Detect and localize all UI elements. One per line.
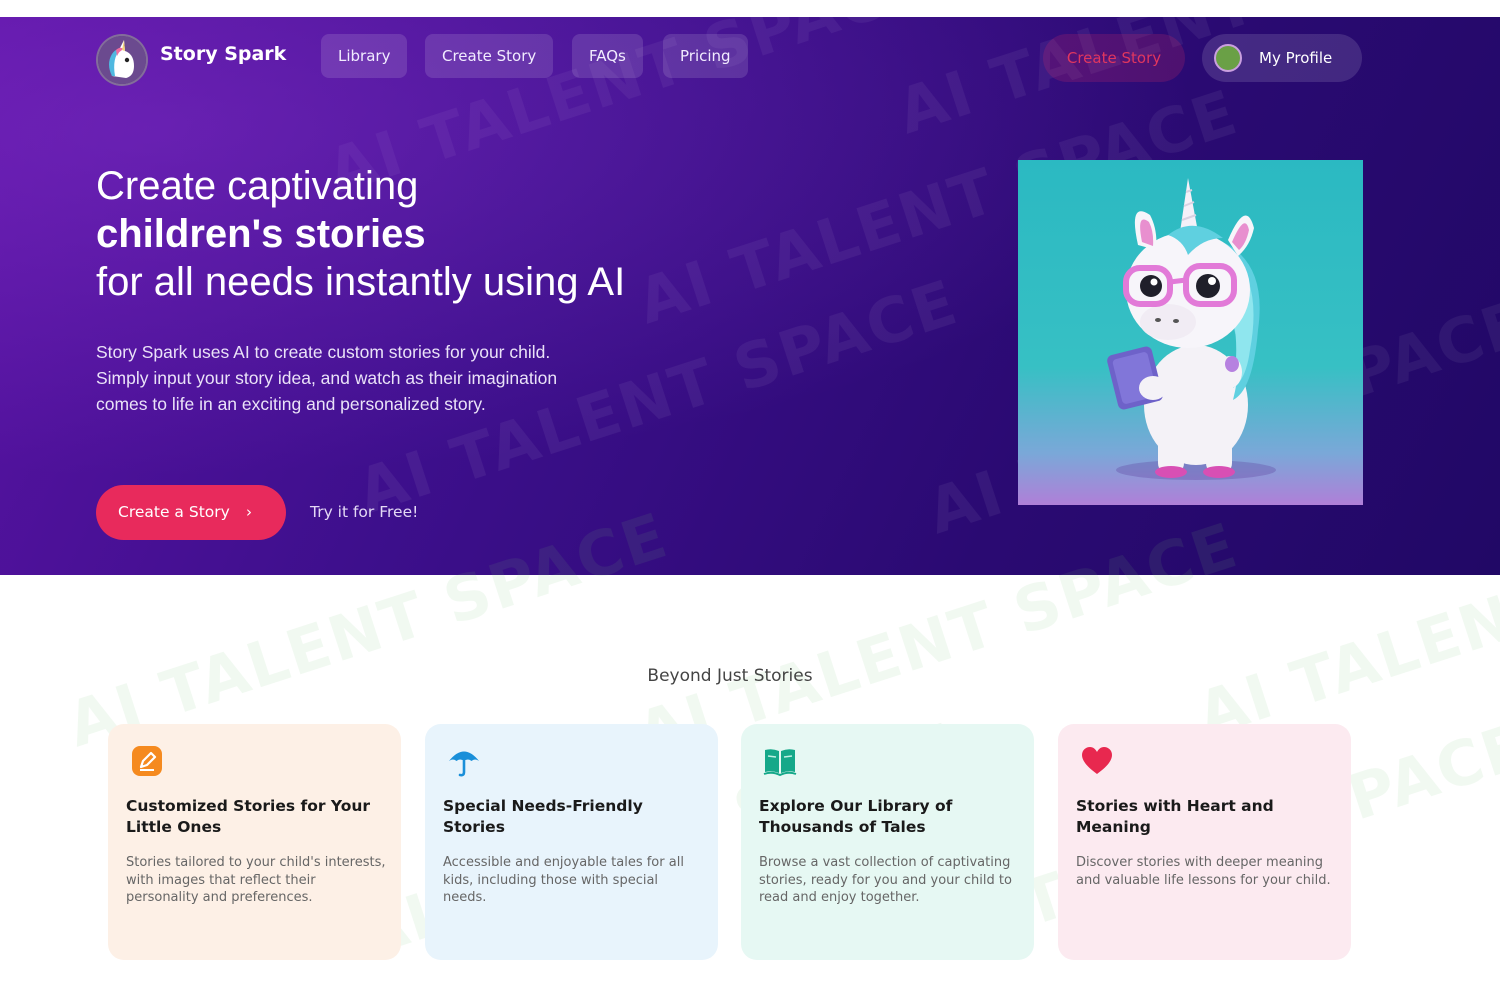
- hero-section: AI TALENT SPACE AI TALENT SPACE AI TALEN…: [0, 17, 1500, 575]
- card-body: Accessible and enjoyable tales for all k…: [443, 855, 684, 905]
- edit-icon: [130, 744, 164, 778]
- nav-item-library[interactable]: Library: [321, 34, 408, 78]
- feature-card-library: Explore Our Library of Thousands of Tale…: [741, 724, 1034, 960]
- card-body: Browse a vast collection of captivating …: [759, 855, 1012, 905]
- page: AI TALENT SPACE AI TALENT SPACE AI TALEN…: [0, 0, 1500, 1000]
- cta-label: Create a Story: [118, 503, 230, 521]
- profile-label: My Profile: [1259, 49, 1333, 67]
- hero-description-line: Simply input your story idea, and watch …: [96, 368, 558, 388]
- card-title: Explore Our Library of Thousands of Tale…: [759, 797, 953, 836]
- create-story-button[interactable]: Create Story: [1043, 34, 1185, 82]
- create-a-story-button[interactable]: Create a Story ›: [96, 485, 286, 540]
- umbrella-icon: [447, 744, 481, 778]
- card-title: Customized Stories for Your Little Ones: [126, 797, 371, 836]
- card-body: Discover stories with deeper meaning and…: [1076, 855, 1331, 888]
- brand-name[interactable]: Story Spark: [160, 43, 286, 65]
- nav-item-pricing[interactable]: Pricing: [663, 34, 748, 78]
- top-nav: Story Spark Library Create Story FAQs Pr…: [0, 17, 1500, 97]
- try-free-text: Try it for Free!: [310, 503, 419, 521]
- hero-description: Story Spark uses AI to create custom sto…: [96, 339, 696, 417]
- section-title: Beyond Just Stories: [647, 666, 813, 686]
- card-title: Special Needs-Friendly Stories: [443, 797, 643, 836]
- card-title: Stories with Heart and Meaning: [1076, 797, 1274, 836]
- hero-description-line: comes to life in an exciting and persona…: [96, 394, 486, 414]
- hero-headline-line1: Create captivating: [96, 164, 419, 208]
- unicorn-hero-image: [1018, 160, 1363, 505]
- nav-item-faqs[interactable]: FAQs: [572, 34, 643, 78]
- feature-card-customized: Customized Stories for Your Little Ones …: [108, 724, 401, 960]
- hero-headline-line3: for all needs instantly using AI: [96, 260, 626, 304]
- card-body: Stories tailored to your child's interes…: [126, 855, 386, 905]
- nav-item-create-story[interactable]: Create Story: [425, 34, 554, 78]
- feature-card-heart: Stories with Heart and Meaning Discover …: [1058, 724, 1351, 960]
- hero-headline-line2: children's stories: [96, 212, 426, 256]
- chevron-right-icon: ›: [246, 503, 252, 521]
- open-book-icon: [763, 744, 797, 778]
- feature-card-special-needs: Special Needs-Friendly Stories Accessibl…: [425, 724, 718, 960]
- heart-icon: [1080, 744, 1114, 778]
- avatar: [1214, 44, 1242, 72]
- unicorn-logo-icon[interactable]: [96, 34, 148, 86]
- my-profile-button[interactable]: My Profile: [1202, 34, 1362, 82]
- hero-description-line: Story Spark uses AI to create custom sto…: [96, 342, 551, 362]
